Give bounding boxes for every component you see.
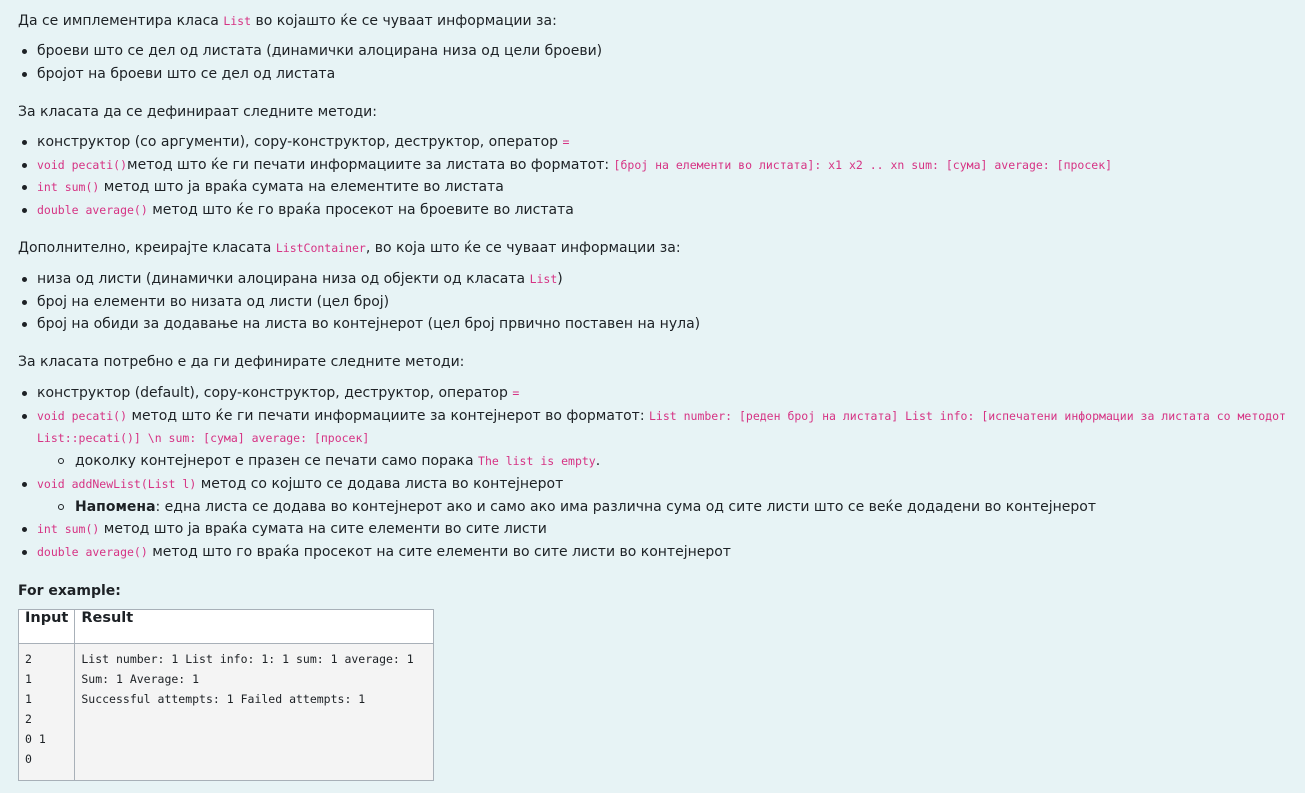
list-item: int sum() метод што ја враќа сумата на е…: [18, 176, 1112, 199]
container-fields: низа од листи (динамички алоцирана низа …: [18, 268, 700, 336]
list-item: void pecati() метод што ќе ги печати инф…: [18, 405, 1286, 473]
class-name-code: List: [223, 14, 252, 28]
class-name-code: ListContainer: [275, 241, 366, 255]
example-table: Input Result 2 1 1 2 0 1 0 List number: …: [17, 609, 435, 781]
sub-list: Напомена: една листа се додава во контеј…: [37, 496, 1286, 519]
result-cell: List number: 1 List info: 1: 1 sum: 1 av…: [74, 643, 435, 781]
list-item: низа од листи (динамички алоцирана низа …: [18, 268, 700, 291]
list-item: конструктор (default), copy-конструктор,…: [18, 382, 1286, 405]
list-item: double average() метод што го враќа прос…: [18, 541, 1286, 564]
list-item: void pecati()метод што ќе ги печати инфо…: [18, 154, 1112, 177]
intro-text-end: во којашто ќе се чуваат информации за:: [251, 13, 557, 29]
list-item: број на елементи во низата од листи (цел…: [18, 291, 700, 314]
input-text[interactable]: 2 1 1 2 0 1 0: [25, 650, 68, 769]
sub-list-item: доколку контејнерот е празен се печати с…: [37, 450, 1286, 473]
list-item: void addNewList(List l) метод со којшто …: [18, 473, 1286, 518]
note-label: Напомена: [75, 498, 156, 515]
sub-list-item: Напомена: една листа се додава во контеј…: [37, 496, 1286, 519]
intro-paragraph: Да се имплементира класа List во којашто…: [18, 11, 557, 31]
table-row: 2 1 1 2 0 1 0 List number: 1 List info: …: [17, 643, 435, 781]
column-header-result: Result: [74, 609, 435, 644]
result-text[interactable]: List number: 1 List info: 1: 1 sum: 1 av…: [81, 650, 427, 710]
example-heading: For example:: [18, 583, 121, 599]
list-item: double average() метод што ќе го враќа п…: [18, 199, 1112, 222]
list-fields: броеви што се дел од листата (динамички …: [18, 40, 602, 85]
container-intro-paragraph: Дополнително, креирајте класата ListCont…: [18, 240, 681, 256]
intro-text: Да се имплементира класа: [18, 13, 224, 29]
list-item: int sum() метод што ја враќа сумата на с…: [18, 518, 1286, 541]
list-methods-heading: За класата да се дефинираат следните мет…: [18, 104, 377, 120]
column-header-input: Input: [17, 609, 76, 644]
list-item: броеви што се дел од листата (динамички …: [18, 40, 602, 63]
sub-list: доколку контејнерот е празен се печати с…: [37, 450, 1286, 473]
list-item: бројот на броеви што се дел од листата: [18, 63, 602, 86]
page: { "intro": { "before": "Да се имплементи…: [0, 0, 1305, 793]
list-item: конструктор (со аргументи), copy-констру…: [18, 131, 1112, 154]
list-item: број на обиди за додавање на листа во ко…: [18, 313, 700, 336]
list-methods: конструктор (со аргументи), copy-констру…: [18, 131, 1112, 222]
container-methods-heading: За класата потребно е да ги дефинирате с…: [18, 354, 465, 370]
input-cell: 2 1 1 2 0 1 0: [17, 643, 76, 781]
container-methods: конструктор (default), copy-конструктор,…: [18, 382, 1286, 564]
